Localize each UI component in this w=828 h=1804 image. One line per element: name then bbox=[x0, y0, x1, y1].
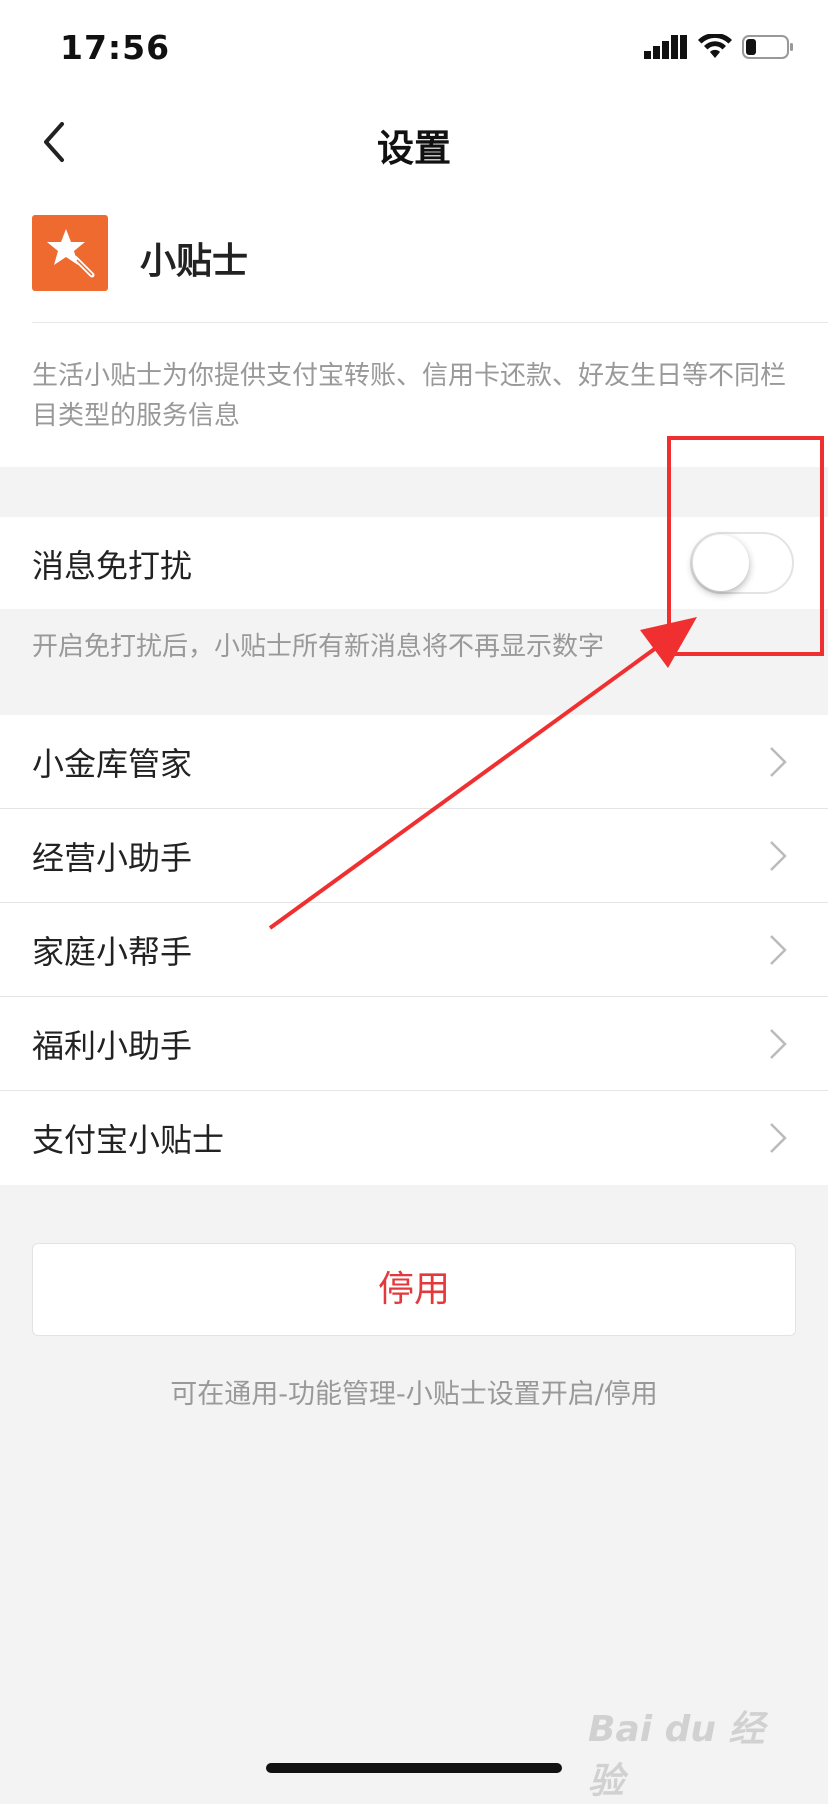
chevron-right-icon bbox=[770, 1029, 787, 1059]
battery-icon bbox=[742, 35, 793, 59]
do-not-disturb-label: 消息免打扰 bbox=[32, 547, 193, 585]
status-time: 17:56 bbox=[60, 28, 171, 67]
list-item-label: 福利小助手 bbox=[32, 1027, 193, 1065]
do-not-disturb-hint: 开启免打扰后，小贴士所有新消息将不再显示数字 bbox=[32, 632, 605, 662]
list-item-label: 家庭小帮手 bbox=[32, 933, 193, 971]
navigation-bar: 设置 bbox=[0, 100, 828, 184]
annotation-highlight-box bbox=[667, 436, 824, 656]
cellular-signal-icon bbox=[644, 35, 687, 59]
list-item-label: 小金库管家 bbox=[32, 745, 193, 783]
chevron-right-icon bbox=[770, 747, 787, 777]
chevron-right-icon bbox=[770, 935, 787, 965]
chevron-right-icon bbox=[770, 841, 787, 871]
app-name: 小贴士 bbox=[140, 241, 249, 282]
home-indicator[interactable] bbox=[266, 1763, 562, 1773]
chevron-right-icon bbox=[770, 1123, 787, 1153]
app-icon bbox=[32, 215, 108, 291]
list-item-xiaojinku[interactable]: 小金库管家 bbox=[0, 715, 828, 808]
status-bar: 17:56 bbox=[0, 0, 828, 100]
list-item-label: 经营小助手 bbox=[32, 839, 193, 877]
list-item-fuli[interactable]: 福利小助手 bbox=[0, 997, 828, 1090]
app-description: 生活小贴士为你提供支付宝转账、信用卡还款、好友生日等不同栏目类型的服务信息 bbox=[32, 361, 787, 431]
page-title: 设置 bbox=[377, 127, 451, 170]
footer-hint: 可在通用-功能管理-小贴士设置开启/停用 bbox=[170, 1379, 658, 1410]
disable-button[interactable]: 停用 bbox=[32, 1243, 796, 1336]
service-list: 小金库管家 经营小助手 家庭小帮手 福利小助手 支付宝小贴士 bbox=[0, 715, 828, 1185]
list-item-jingying[interactable]: 经营小助手 bbox=[0, 809, 828, 902]
list-item-zhifubao-tips[interactable]: 支付宝小贴士 bbox=[0, 1091, 828, 1184]
status-icons bbox=[644, 34, 794, 60]
baidu-watermark: Bai du 经验 bbox=[588, 1709, 765, 1802]
list-item-label: 支付宝小贴士 bbox=[32, 1121, 225, 1159]
magic-wand-icon bbox=[47, 229, 95, 278]
wifi-icon bbox=[698, 34, 732, 58]
app-info-card: 小贴士 生活小贴士为你提供支付宝转账、信用卡还款、好友生日等不同栏目类型的服务信… bbox=[0, 184, 828, 467]
divider bbox=[32, 322, 828, 323]
list-item-jiating[interactable]: 家庭小帮手 bbox=[0, 903, 828, 996]
